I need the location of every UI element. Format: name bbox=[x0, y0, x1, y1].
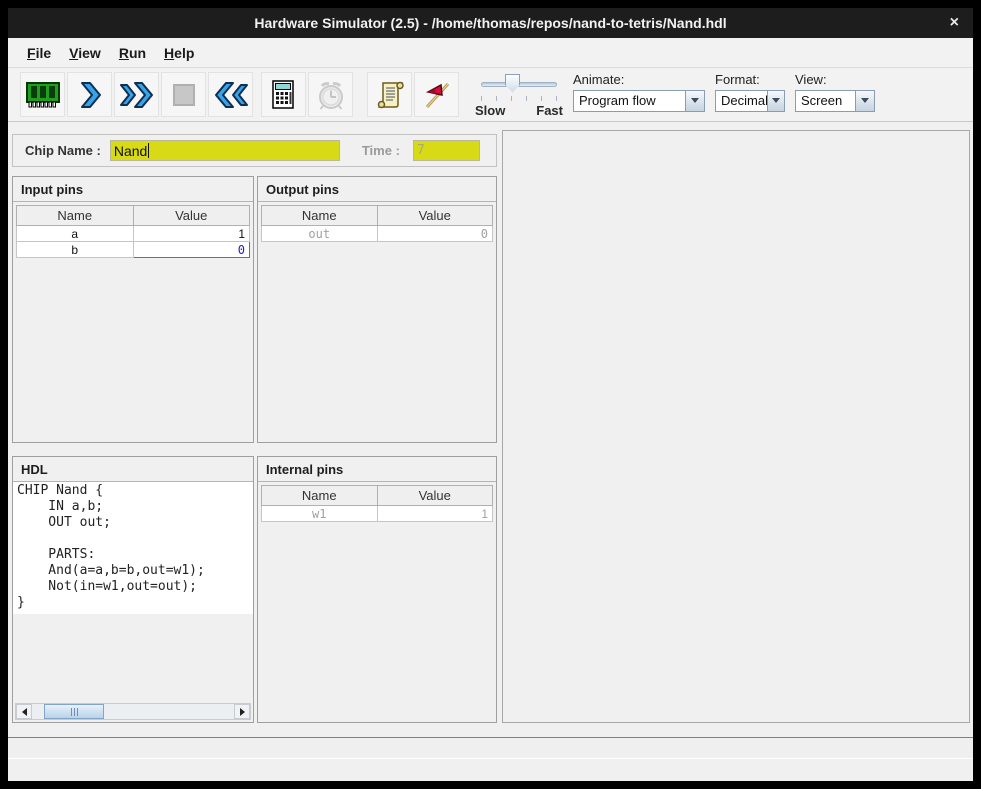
titlebar: Hardware Simulator (2.5) - /home/thomas/… bbox=[8, 8, 973, 38]
output-pins-table: Name Value out 0 bbox=[261, 205, 493, 242]
stop-button[interactable] bbox=[161, 72, 206, 117]
format-label: Format: bbox=[715, 72, 785, 87]
reset-icon bbox=[212, 79, 250, 111]
column-header-name: Name bbox=[262, 206, 378, 226]
table-row: b 0 bbox=[17, 242, 250, 258]
output-pins-title: Output pins bbox=[258, 177, 496, 202]
animate-group: Animate: Program flow bbox=[573, 72, 705, 118]
format-dropdown[interactable]: Decimal bbox=[715, 90, 785, 112]
evaluate-button[interactable] bbox=[261, 72, 306, 117]
speed-slider-thumb[interactable] bbox=[505, 74, 520, 93]
breakpoints-button[interactable] bbox=[414, 72, 459, 117]
script-icon bbox=[375, 79, 405, 111]
column-header-name: Name bbox=[17, 206, 134, 226]
column-header-value: Value bbox=[133, 206, 250, 226]
view-group: View: Screen bbox=[795, 72, 875, 118]
menu-help[interactable]: Help bbox=[155, 42, 203, 64]
close-button[interactable]: × bbox=[950, 12, 959, 34]
hdl-code: CHIP Nand { IN a,b; OUT out; PARTS: And(… bbox=[13, 482, 253, 614]
menu-bar: File View Run Help bbox=[8, 38, 973, 68]
hdl-panel: HDL CHIP Nand { IN a,b; OUT out; PARTS: … bbox=[12, 456, 254, 723]
slider-slow-label: Slow bbox=[475, 103, 505, 118]
hardware-simulator-window: Hardware Simulator (2.5) - /home/thomas/… bbox=[8, 8, 973, 781]
flag-icon bbox=[421, 79, 453, 111]
pin-value[interactable]: 1 bbox=[133, 226, 250, 242]
speed-slider-ticks bbox=[481, 96, 557, 102]
column-header-value: Value bbox=[377, 206, 493, 226]
table-row: out 0 bbox=[262, 226, 493, 242]
menu-view[interactable]: View bbox=[60, 42, 110, 64]
animate-label: Animate: bbox=[573, 72, 705, 87]
scroll-right-icon[interactable] bbox=[234, 704, 250, 719]
status-bar bbox=[8, 737, 973, 759]
calculator-icon bbox=[271, 79, 297, 111]
chip-name-value: Nand bbox=[114, 143, 147, 159]
stop-icon bbox=[172, 83, 196, 107]
chip-name-input[interactable]: Nand bbox=[110, 140, 340, 161]
internal-pins-table: Name Value w1 1 bbox=[261, 485, 493, 522]
chip-name-bar: Chip Name : Nand Time : 7 bbox=[12, 134, 497, 167]
column-header-name: Name bbox=[262, 486, 378, 506]
text-caret bbox=[148, 143, 149, 158]
table-row: a 1 bbox=[17, 226, 250, 242]
pin-name: b bbox=[17, 242, 134, 258]
view-dropdown[interactable]: Screen bbox=[795, 90, 875, 112]
run-button[interactable] bbox=[114, 72, 159, 117]
column-header-value: Value bbox=[377, 486, 493, 506]
input-pins-title: Input pins bbox=[13, 177, 253, 202]
time-display: 7 bbox=[413, 140, 480, 161]
main-content: Chip Name : Nand Time : 7 Input pins Nam… bbox=[8, 122, 973, 735]
load-chip-button[interactable] bbox=[20, 72, 65, 117]
pin-value: 1 bbox=[377, 506, 493, 522]
menu-file[interactable]: File bbox=[18, 42, 60, 64]
animate-value: Program flow bbox=[574, 91, 661, 111]
animate-dropdown[interactable]: Program flow bbox=[573, 90, 705, 112]
view-value: Screen bbox=[796, 91, 847, 111]
pin-name: w1 bbox=[262, 506, 378, 522]
scroll-left-icon[interactable] bbox=[16, 704, 32, 719]
hdl-title: HDL bbox=[13, 457, 253, 482]
chevron-down-icon[interactable] bbox=[855, 91, 874, 111]
window-title: Hardware Simulator (2.5) - /home/thomas/… bbox=[254, 15, 726, 31]
input-pins-table: Name Value a 1 b 0 bbox=[16, 205, 250, 258]
run-icon bbox=[118, 79, 156, 111]
hdl-horizontal-scrollbar[interactable] bbox=[15, 703, 251, 720]
internal-pins-title: Internal pins bbox=[258, 457, 496, 482]
format-value: Decimal bbox=[716, 91, 767, 111]
internal-pins-panel: Internal pins Name Value w1 1 bbox=[257, 456, 497, 723]
pin-name: a bbox=[17, 226, 134, 242]
time-label: Time : bbox=[362, 143, 400, 158]
pin-value: 0 bbox=[377, 226, 493, 242]
window-frame: Hardware Simulator (2.5) - /home/thomas/… bbox=[0, 0, 981, 789]
single-step-icon bbox=[75, 79, 105, 111]
memory-chip-icon bbox=[24, 80, 62, 110]
toolbar: Slow Fast Animate: Program flow Format: … bbox=[8, 68, 973, 122]
scrollbar-track[interactable] bbox=[32, 704, 234, 719]
output-pins-panel: Output pins Name Value out 0 bbox=[257, 176, 497, 443]
reset-button[interactable] bbox=[208, 72, 253, 117]
view-hdl-button[interactable] bbox=[367, 72, 412, 117]
pin-value-editing[interactable]: 0 bbox=[133, 242, 250, 258]
clock-button[interactable] bbox=[308, 72, 353, 117]
view-label: View: bbox=[795, 72, 875, 87]
footer-strip bbox=[8, 761, 973, 781]
slider-fast-label: Fast bbox=[536, 103, 563, 118]
speed-slider[interactable]: Slow Fast bbox=[475, 72, 563, 118]
pin-name: out bbox=[262, 226, 378, 242]
single-step-button[interactable] bbox=[67, 72, 112, 117]
time-value: 7 bbox=[417, 143, 425, 158]
input-pins-panel: Input pins Name Value a 1 b 0 bbox=[12, 176, 254, 443]
chip-canvas bbox=[502, 130, 970, 723]
chevron-down-icon[interactable] bbox=[767, 91, 784, 111]
chip-name-label: Chip Name : bbox=[25, 143, 101, 158]
scrollbar-thumb[interactable] bbox=[44, 704, 104, 719]
clock-icon bbox=[315, 79, 347, 111]
table-row: w1 1 bbox=[262, 506, 493, 522]
menu-run[interactable]: Run bbox=[110, 42, 155, 64]
format-group: Format: Decimal bbox=[715, 72, 785, 118]
chevron-down-icon[interactable] bbox=[685, 91, 704, 111]
